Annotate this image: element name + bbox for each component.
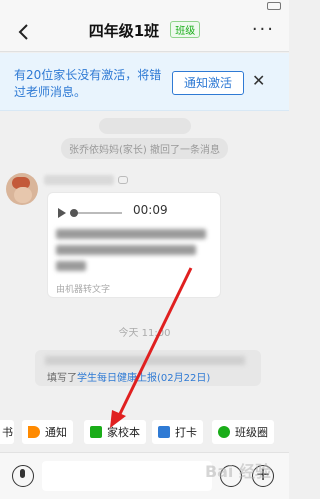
voice-progress-knob (70, 209, 78, 217)
notice-text: 有20位家长没有激活，将错过老师消息。 (14, 68, 162, 99)
play-icon[interactable] (58, 208, 66, 218)
battery-icon (267, 2, 281, 10)
health-report-link[interactable]: 学生每日健康上报(02月22日) (77, 373, 210, 384)
toolbar-checkin-label: 打卡 (175, 426, 197, 439)
role-icon (118, 176, 128, 184)
toolbar-checkin-button[interactable]: 打卡 (152, 420, 203, 444)
class-badge: 班级 (170, 21, 201, 38)
status-bar (0, 0, 289, 12)
circle-icon (218, 426, 230, 438)
withdrawn-message-row: 张乔依妈妈(家长) 撤回了一条消息 (0, 138, 289, 159)
card-text: 填写了学生每日健康上报(02月22日) (47, 369, 210, 384)
toolbar-classcircle-label: 班级圈 (235, 426, 268, 439)
toolbar-notice-label: 通知 (45, 426, 67, 439)
voice-message-bubble[interactable]: 00:09 由机器转文字 (47, 192, 221, 298)
machine-transcript-label: 由机器转文字 (56, 285, 111, 295)
transcript-blurred-line (56, 261, 86, 271)
card-blurred-line (45, 356, 245, 365)
chat-header: 四年级1班 班级 ··· (0, 12, 289, 52)
card-prefix: 填写了 (47, 373, 77, 384)
voice-duration: 00:09 (133, 203, 168, 217)
toolbar-notice-button[interactable]: 通知 (22, 420, 73, 444)
megaphone-icon (28, 426, 40, 438)
title-wrap: 四年级1班 班级 (0, 20, 289, 41)
withdrawn-message: 张乔依妈妈(家长) 撤回了一条消息 (61, 138, 228, 159)
report-system-card[interactable]: 填写了学生每日健康上报(02月22日) (35, 350, 261, 386)
partial-chip-label: 书 (2, 426, 13, 439)
partial-chip[interactable]: 书 (0, 420, 14, 444)
blank-system-row (0, 118, 289, 138)
toolbar-classcircle-button[interactable]: 班级圈 (212, 420, 274, 444)
message-input[interactable] (42, 461, 212, 491)
avatar[interactable] (6, 173, 38, 205)
toolbar-homework-label: 家校本 (107, 426, 140, 439)
voice-progress-track (72, 212, 122, 214)
close-icon[interactable]: ✕ (252, 69, 265, 93)
quick-toolbar: 书 通知 家校本 打卡 班级圈 (0, 420, 289, 448)
message-time: 今天 11:00 (118, 328, 171, 339)
microphone-icon[interactable] (12, 465, 34, 487)
notify-activate-button[interactable]: 通知激活 (172, 71, 244, 95)
toolbar-homework-button[interactable]: 家校本 (84, 420, 146, 444)
activation-notice: 有20位家长没有激活，将错过老师消息。 通知激活 ✕ (0, 53, 289, 111)
book-icon (90, 426, 102, 438)
blurred-system-message (98, 118, 191, 134)
sender-name-blurred (44, 175, 114, 185)
transcript-blurred-line (56, 229, 206, 239)
checkbox-icon (158, 426, 170, 438)
transcript-blurred-line (56, 245, 196, 255)
watermark: Bai 经验 (204, 462, 271, 481)
more-icon[interactable]: ··· (252, 21, 275, 39)
page-title: 四年级1班 (88, 22, 160, 40)
